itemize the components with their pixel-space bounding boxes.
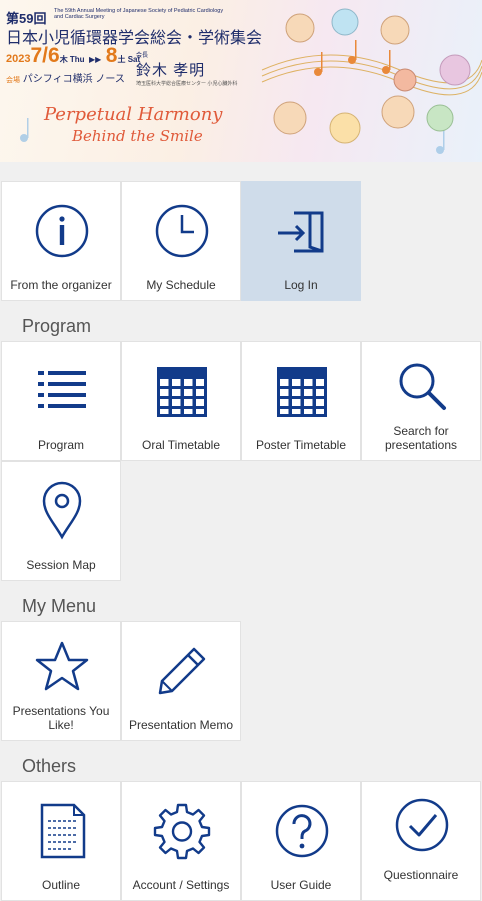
clock-icon (155, 204, 209, 258)
tagline-primary: Perpetual Harmony (44, 104, 223, 125)
conference-banner: 第59回 The 59th Annual Meeting of Japanese… (0, 0, 482, 162)
event-dates: 20237/6木 Thu ▶▶ 8土 Sat (6, 44, 141, 67)
section-title-my-menu: My Menu (22, 596, 97, 616)
tile-poster-timetable[interactable]: Poster Timetable (241, 341, 361, 461)
tile-label: Poster Timetable (255, 438, 347, 452)
start-date: 7/6 (30, 44, 60, 67)
tile-label: Log In (284, 278, 318, 292)
info-icon (35, 204, 89, 258)
tile-label: Presentations You Like! (12, 704, 110, 732)
tile-presentation-memo[interactable]: Presentation Memo (121, 621, 241, 741)
help-icon (275, 804, 329, 858)
tile-log-in[interactable]: Log In (241, 181, 361, 301)
tile-label: Session Map (26, 558, 96, 572)
president-affiliation: 埼玉医科大学総合医療センター 小児心臓外科 (136, 81, 238, 87)
tile-label: User Guide (270, 878, 332, 892)
gear-icon (153, 803, 211, 860)
tile-questionnaire[interactable]: Questionnaire (361, 781, 481, 901)
tile-from-organizer[interactable]: From the organizer (1, 181, 121, 301)
document-icon (40, 803, 86, 859)
tile-label: Search for presentations (384, 424, 458, 452)
section-title-others: Others (22, 756, 77, 776)
start-day: 木 Thu (59, 55, 85, 64)
tile-account-settings[interactable]: Account / Settings (121, 781, 241, 901)
check-icon (395, 798, 449, 852)
search-icon (399, 363, 446, 410)
tile-oral-timetable[interactable]: Oral Timetable (121, 341, 241, 461)
tile-label: Presentation Memo (128, 718, 234, 732)
end-date: 8 (105, 44, 118, 67)
tile-label: From the organizer (10, 278, 112, 292)
tile-label: My Schedule (146, 278, 216, 292)
star-icon (35, 641, 89, 691)
tagline-secondary: Behind the Smile (72, 127, 203, 145)
tile-label: Account / Settings (132, 878, 230, 892)
calendar-icon (157, 367, 207, 417)
pencil-icon (158, 647, 206, 695)
tile-presentations-you-like[interactable]: Presentations You Like! (1, 621, 121, 741)
venue-name: パシフィコ横浜 ノース (22, 74, 125, 85)
venue: 会場 パシフィコ横浜 ノース (6, 70, 125, 85)
event-year: 2023 (6, 53, 31, 65)
tile-my-schedule[interactable]: My Schedule (121, 181, 241, 301)
tile-label: Program (37, 438, 84, 452)
venue-label: 会場 (6, 77, 20, 84)
login-icon (278, 211, 324, 253)
tile-search-presentations[interactable]: Search for presentations (361, 341, 481, 461)
section-title-program: Program (22, 316, 92, 336)
tile-label: Questionnaire (383, 868, 459, 882)
president-name: 鈴木 孝明 (136, 62, 206, 79)
tile-outline[interactable]: Outline (1, 781, 121, 901)
president: 会長 鈴木 孝明 埼玉医科大学総合医療センター 小児心臓外科 (136, 50, 237, 87)
president-label: 会長 (136, 53, 149, 59)
list-icon (38, 371, 86, 408)
calendar-icon (277, 367, 327, 417)
tile-label: Outline (41, 878, 81, 892)
tile-session-map[interactable]: Session Map (1, 461, 121, 581)
english-title: The 59th Annual Meeting of Japanese Soci… (54, 8, 224, 20)
tile-label: Oral Timetable (141, 438, 221, 452)
tile-user-guide[interactable]: User Guide (241, 781, 361, 901)
map-pin-icon (42, 481, 82, 540)
tile-program[interactable]: Program (1, 341, 121, 461)
